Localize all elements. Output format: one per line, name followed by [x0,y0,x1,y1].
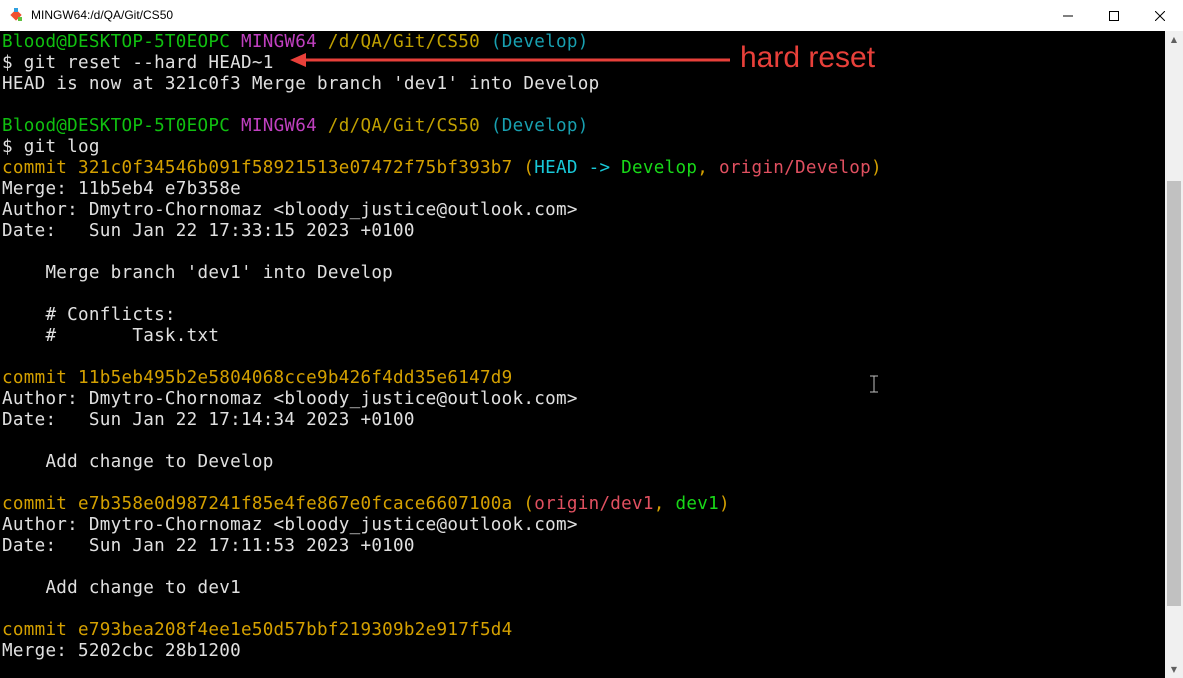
terminal-text-segment: commit e7b358e0d987241f85e4fe867e0fcace6… [2,494,513,514]
terminal-text-segment: Blood@DESKTOP-5T0EOPC [2,32,231,52]
terminal-text-segment: commit 321c0f34546b091f58921513e07472f75… [2,158,513,178]
terminal-text-segment: HEAD -> [534,158,622,178]
annotation-arrow-icon [290,53,730,67]
terminal-text-segment: Add change to Develop [2,452,274,472]
minimize-icon [1063,15,1073,16]
terminal-text-segment: origin/dev1 [534,494,654,514]
maximize-button[interactable] [1091,0,1137,31]
terminal-text-segment: (Develop) [490,32,589,52]
terminal-line: Merge branch 'dev1' into Develop [2,263,393,284]
terminal-text-segment: $ git log [2,137,100,157]
title-bar[interactable]: MINGW64:/d/QA/Git/CS50 [0,0,1183,32]
terminal-text-segment: origin/Develop [718,158,872,178]
terminal-text-segment: Develop [621,158,698,178]
terminal-line: Author: Dmytro-Chornomaz <bloody_justice… [2,515,578,536]
vertical-scrollbar[interactable]: ▲ ▼ [1165,31,1183,678]
scroll-down-arrow-icon[interactable]: ▼ [1165,661,1183,678]
terminal-line: Blood@DESKTOP-5T0EOPC MINGW64 /d/QA/Git/… [2,32,589,53]
terminal-text-segment: commit e793bea208f4ee1e50d57bbf219309b2e… [2,620,513,640]
terminal-text-segment: ) [718,494,730,514]
terminal-line: $ git reset --hard HEAD~1 [2,53,274,74]
terminal-line: Date: Sun Jan 22 17:14:34 2023 +0100 [2,410,415,431]
terminal-text-segment: Add change to dev1 [2,578,241,598]
close-button[interactable] [1137,0,1183,31]
terminal-line: # Conflicts: [2,305,176,326]
terminal-text-segment: Merge: 11b5eb4 e7b358e [2,179,241,199]
terminal-line: # Task.txt [2,326,219,347]
terminal-text-segment: Date: Sun Jan 22 17:33:15 2023 +0100 [2,221,415,241]
terminal-text-segment: , [697,158,719,178]
terminal-text-segment: MINGW64 [240,32,318,52]
terminal-line: commit e7b358e0d987241f85e4fe867e0fcace6… [2,494,730,515]
terminal-text-segment: # Task.txt [2,326,220,346]
terminal-line: Merge: 11b5eb4 e7b358e [2,179,241,200]
terminal-text-segment: dev1 [675,494,719,514]
maximize-icon [1109,10,1119,21]
terminal-text-segment: Author: Dmytro-Chornomaz <bloody_justice… [2,200,578,220]
window-title: MINGW64:/d/QA/Git/CS50 [31,8,174,22]
terminal-text-segment: Blood@DESKTOP-5T0EOPC [2,116,231,136]
terminal-line: Date: Sun Jan 22 17:11:53 2023 +0100 [2,536,415,557]
minimize-button[interactable] [1045,0,1091,31]
terminal-text-segment: HEAD is now at 321c0f3 Merge branch 'dev… [2,74,600,94]
terminal-text-segment: ( [512,494,535,514]
terminal-text-segment: Date: Sun Jan 22 17:14:34 2023 +0100 [2,410,415,430]
git-bash-icon [10,8,22,21]
terminal-line: commit e793bea208f4ee1e50d57bbf219309b2e… [2,620,513,641]
close-icon [1155,10,1165,21]
terminal-text-segment: Author: Dmytro-Chornomaz <bloody_justice… [2,515,578,535]
terminal-text-segment: ) [871,158,882,178]
terminal-text-segment: /d/QA/Git/CS50 [327,116,480,136]
terminal-line: HEAD is now at 321c0f3 Merge branch 'dev… [2,74,599,95]
terminal-text-segment: (Develop) [490,116,589,136]
terminal-line: commit 321c0f34546b091f58921513e07472f75… [2,158,882,179]
terminal-text-segment: Merge branch 'dev1' into Develop [2,263,394,283]
terminal-line: Merge: 5202cbc 28b1200 [2,641,241,662]
terminal-line: Blood@DESKTOP-5T0EOPC MINGW64 /d/QA/Git/… [2,116,589,137]
terminal-text-segment: MINGW64 [240,116,318,136]
terminal-text-segment: $ git reset --hard HEAD~1 [2,53,274,73]
scroll-up-arrow-icon[interactable]: ▲ [1165,31,1183,48]
terminal-line: Add change to Develop [2,452,274,473]
terminal-text-segment: Merge: 5202cbc 28b1200 [2,641,241,661]
terminal-text-segment: Author: Dmytro-Chornomaz <bloody_justice… [2,389,578,409]
text-cursor-icon [870,375,878,393]
terminal-text-segment: /d/QA/Git/CS50 [327,32,480,52]
terminal-text-segment: ( [512,158,535,178]
terminal-output[interactable]: Blood@DESKTOP-5T0EOPC MINGW64 /d/QA/Git/… [0,31,1165,678]
terminal-line: Date: Sun Jan 22 17:33:15 2023 +0100 [2,221,415,242]
terminal-line: commit 11b5eb495b2e5804068cce9b426f4dd35… [2,368,513,389]
terminal-text-segment: # Conflicts: [2,305,176,325]
terminal-text-segment: commit 11b5eb495b2e5804068cce9b426f4dd35… [2,368,513,388]
terminal-line: $ git log [2,137,100,158]
terminal-text-segment: , [653,494,676,514]
scrollbar-thumb[interactable] [1167,181,1181,606]
terminal-window: MINGW64:/d/QA/Git/CS50 Blood@DESKTOP-5T0… [0,0,1183,678]
terminal-text-segment: Date: Sun Jan 22 17:11:53 2023 +0100 [2,536,415,556]
terminal-line: Author: Dmytro-Chornomaz <bloody_justice… [2,200,578,221]
terminal-line: Add change to dev1 [2,578,241,599]
terminal-line: Author: Dmytro-Chornomaz <bloody_justice… [2,389,578,410]
annotation-label: hard reset [740,41,876,74]
